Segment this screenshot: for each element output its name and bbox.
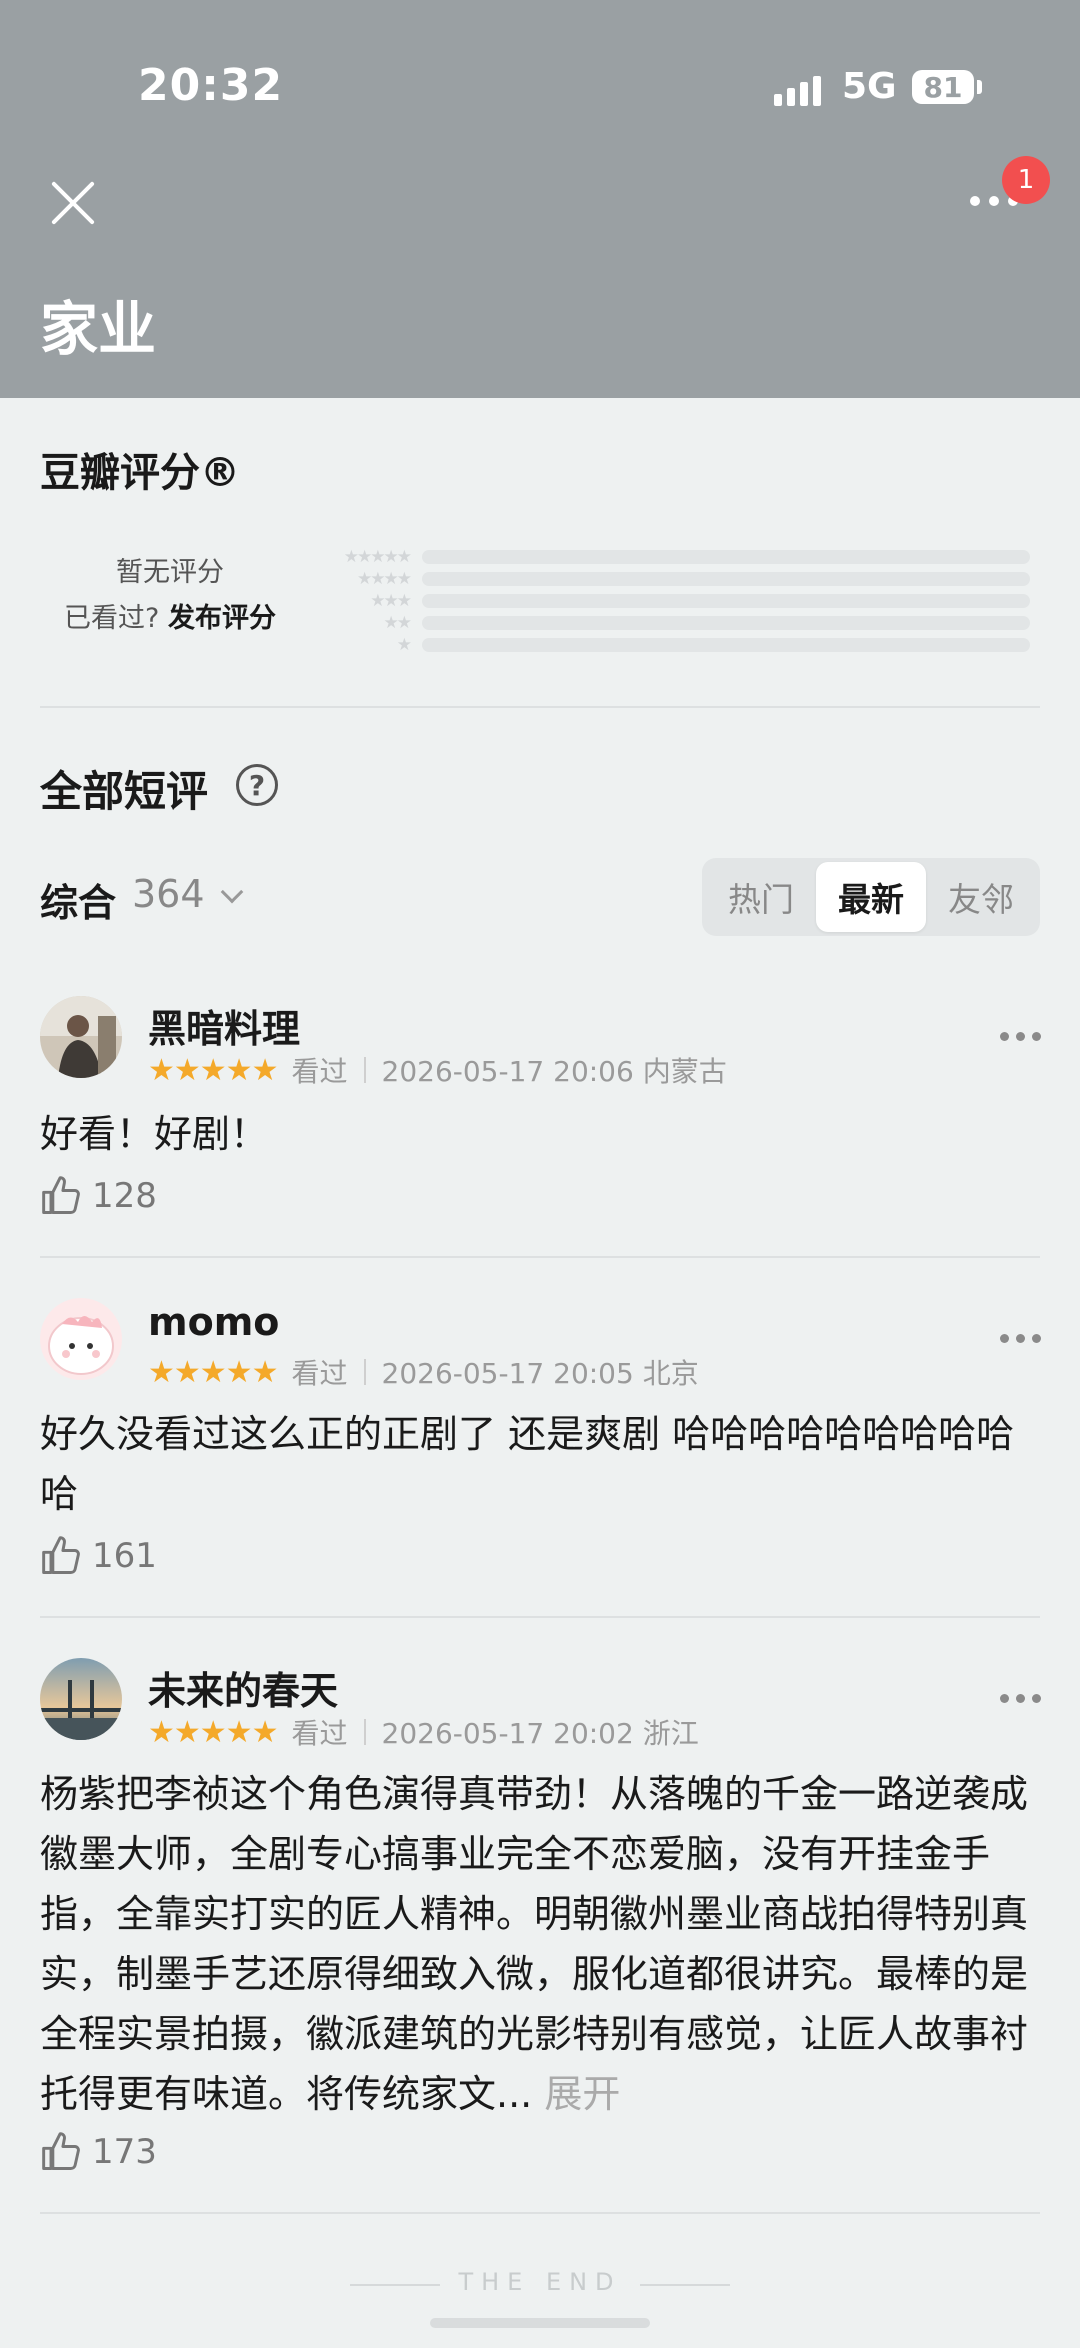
comment-time: 2026-05-17 20:05 北京 xyxy=(381,1357,699,1390)
comment-time: 2026-05-17 20:06 内蒙古 xyxy=(381,1055,727,1088)
rating-row-1: ★ xyxy=(322,634,1030,656)
comment-username[interactable]: 未来的春天 xyxy=(148,1660,338,1715)
rating-stars-icon: ★★★★★ xyxy=(148,1052,278,1088)
like-button[interactable]: 128 xyxy=(40,1174,157,1218)
tab-latest[interactable]: 最新 xyxy=(816,862,926,932)
comment-time: 2026-05-17 20:02 浙江 xyxy=(381,1717,699,1750)
seen-prompt-line: 已看过? 发布评分 xyxy=(0,596,340,635)
tab-friends[interactable]: 友邻 xyxy=(926,862,1036,932)
star-icon: ★ xyxy=(396,635,412,655)
watch-status: 看过 xyxy=(291,1717,348,1750)
comment-meta: ★★★★★ 看过 2026-05-17 20:06 内蒙古 xyxy=(148,1050,727,1090)
battery-icon: 81 xyxy=(912,70,974,104)
separator xyxy=(363,1719,366,1745)
divider xyxy=(40,2212,1040,2214)
notification-badge: 1 xyxy=(1002,156,1050,204)
divider xyxy=(40,1616,1040,1618)
status-time: 20:32 xyxy=(138,60,284,111)
the-end-text: THE END xyxy=(458,2268,622,2296)
separator xyxy=(363,1057,366,1083)
comment-count: 364 xyxy=(132,872,205,916)
comment-more-icon[interactable] xyxy=(1000,1694,1041,1703)
home-indicator[interactable] xyxy=(430,2318,650,2328)
close-icon[interactable] xyxy=(48,178,98,228)
rating-bar xyxy=(422,616,1030,630)
star-icon: ★★★★★ xyxy=(343,547,412,567)
like-button[interactable]: 173 xyxy=(40,2130,157,2174)
star-icon: ★★★ xyxy=(370,591,412,611)
comment-tabs: 热门 最新 友邻 xyxy=(702,858,1040,936)
divider xyxy=(40,706,1040,708)
thumbs-up-icon xyxy=(42,1176,80,1214)
rating-row-4: ★★★★ xyxy=(322,568,1030,590)
avatar[interactable] xyxy=(40,996,122,1078)
comment-meta: ★★★★★ 看过 2026-05-17 20:02 浙江 xyxy=(148,1712,699,1752)
battery-tip xyxy=(977,80,982,94)
seen-prompt: 已看过? xyxy=(64,603,160,634)
network-label: 5G xyxy=(842,66,897,107)
rating-row-3: ★★★ xyxy=(322,590,1030,612)
rating-bar xyxy=(422,594,1030,608)
rating-title: 豆瓣评分® xyxy=(40,450,240,496)
comment-meta: ★★★★★ 看过 2026-05-17 20:05 北京 xyxy=(148,1352,699,1392)
avatar[interactable] xyxy=(40,1658,122,1740)
comment-text: 好久没看过这么正的正剧了 还是爽剧 哈哈哈哈哈哈哈哈哈哈 xyxy=(40,1412,1015,1516)
help-icon[interactable]: ? xyxy=(236,764,278,806)
rating-stars-icon: ★★★★★ xyxy=(148,1354,278,1390)
divider xyxy=(40,1256,1040,1258)
like-count: 173 xyxy=(92,2132,157,2172)
sort-dropdown-label[interactable]: 综合 xyxy=(40,872,116,927)
comment-more-icon[interactable] xyxy=(1000,1032,1041,1041)
tab-hot[interactable]: 热门 xyxy=(706,862,816,932)
signal-icon xyxy=(774,72,821,106)
like-count: 161 xyxy=(92,1536,157,1576)
comment-body: 杨紫把李祯这个角色演得真带劲！从落魄的千金一路逆袭成徽墨大师，全剧专心搞事业完全… xyxy=(40,1772,1029,2116)
thumbs-up-icon xyxy=(42,1536,80,1574)
comment-text: 杨紫把李祯这个角色演得真带劲！从落魄的千金一路逆袭成徽墨大师，全剧专心搞事业完全… xyxy=(40,1764,1040,2124)
avatar[interactable] xyxy=(40,1298,122,1380)
rating-row-5: ★★★★★ xyxy=(322,546,1030,568)
no-rating-text: 暂无评分 xyxy=(116,557,224,588)
watch-status: 看过 xyxy=(291,1357,348,1390)
separator xyxy=(363,1359,366,1385)
rating-stars-icon: ★★★★★ xyxy=(148,1714,278,1750)
publish-rating-link[interactable]: 发布评分 xyxy=(168,603,276,634)
like-count: 128 xyxy=(92,1176,157,1216)
page-title: 家业 xyxy=(40,295,157,363)
comment-username[interactable]: momo xyxy=(148,1300,279,1344)
top-header: 20:32 5G 81 1 家业 xyxy=(0,0,1080,398)
rating-row-2: ★★ xyxy=(322,612,1030,634)
comment-more-icon[interactable] xyxy=(1000,1334,1041,1343)
comments-title: 全部短评 xyxy=(40,767,209,816)
comment-username[interactable]: 黑暗料理 xyxy=(148,998,300,1053)
comment-text: 好看！好剧！ xyxy=(40,1112,269,1156)
like-button[interactable]: 161 xyxy=(40,1534,157,1578)
star-icon: ★★★★ xyxy=(357,569,412,589)
thumbs-up-icon xyxy=(42,2132,80,2170)
watch-status: 看过 xyxy=(291,1055,348,1088)
star-icon: ★★ xyxy=(383,613,412,633)
end-line-right xyxy=(640,2284,730,2286)
rating-distribution: ★★★★★ ★★★★ ★★★ ★★ ★ xyxy=(322,546,1030,656)
expand-link[interactable]: 展开 xyxy=(544,2072,620,2116)
rating-bar xyxy=(422,572,1030,586)
chevron-down-icon[interactable] xyxy=(220,880,244,904)
rating-bar xyxy=(422,550,1030,564)
rating-bar xyxy=(422,638,1030,652)
